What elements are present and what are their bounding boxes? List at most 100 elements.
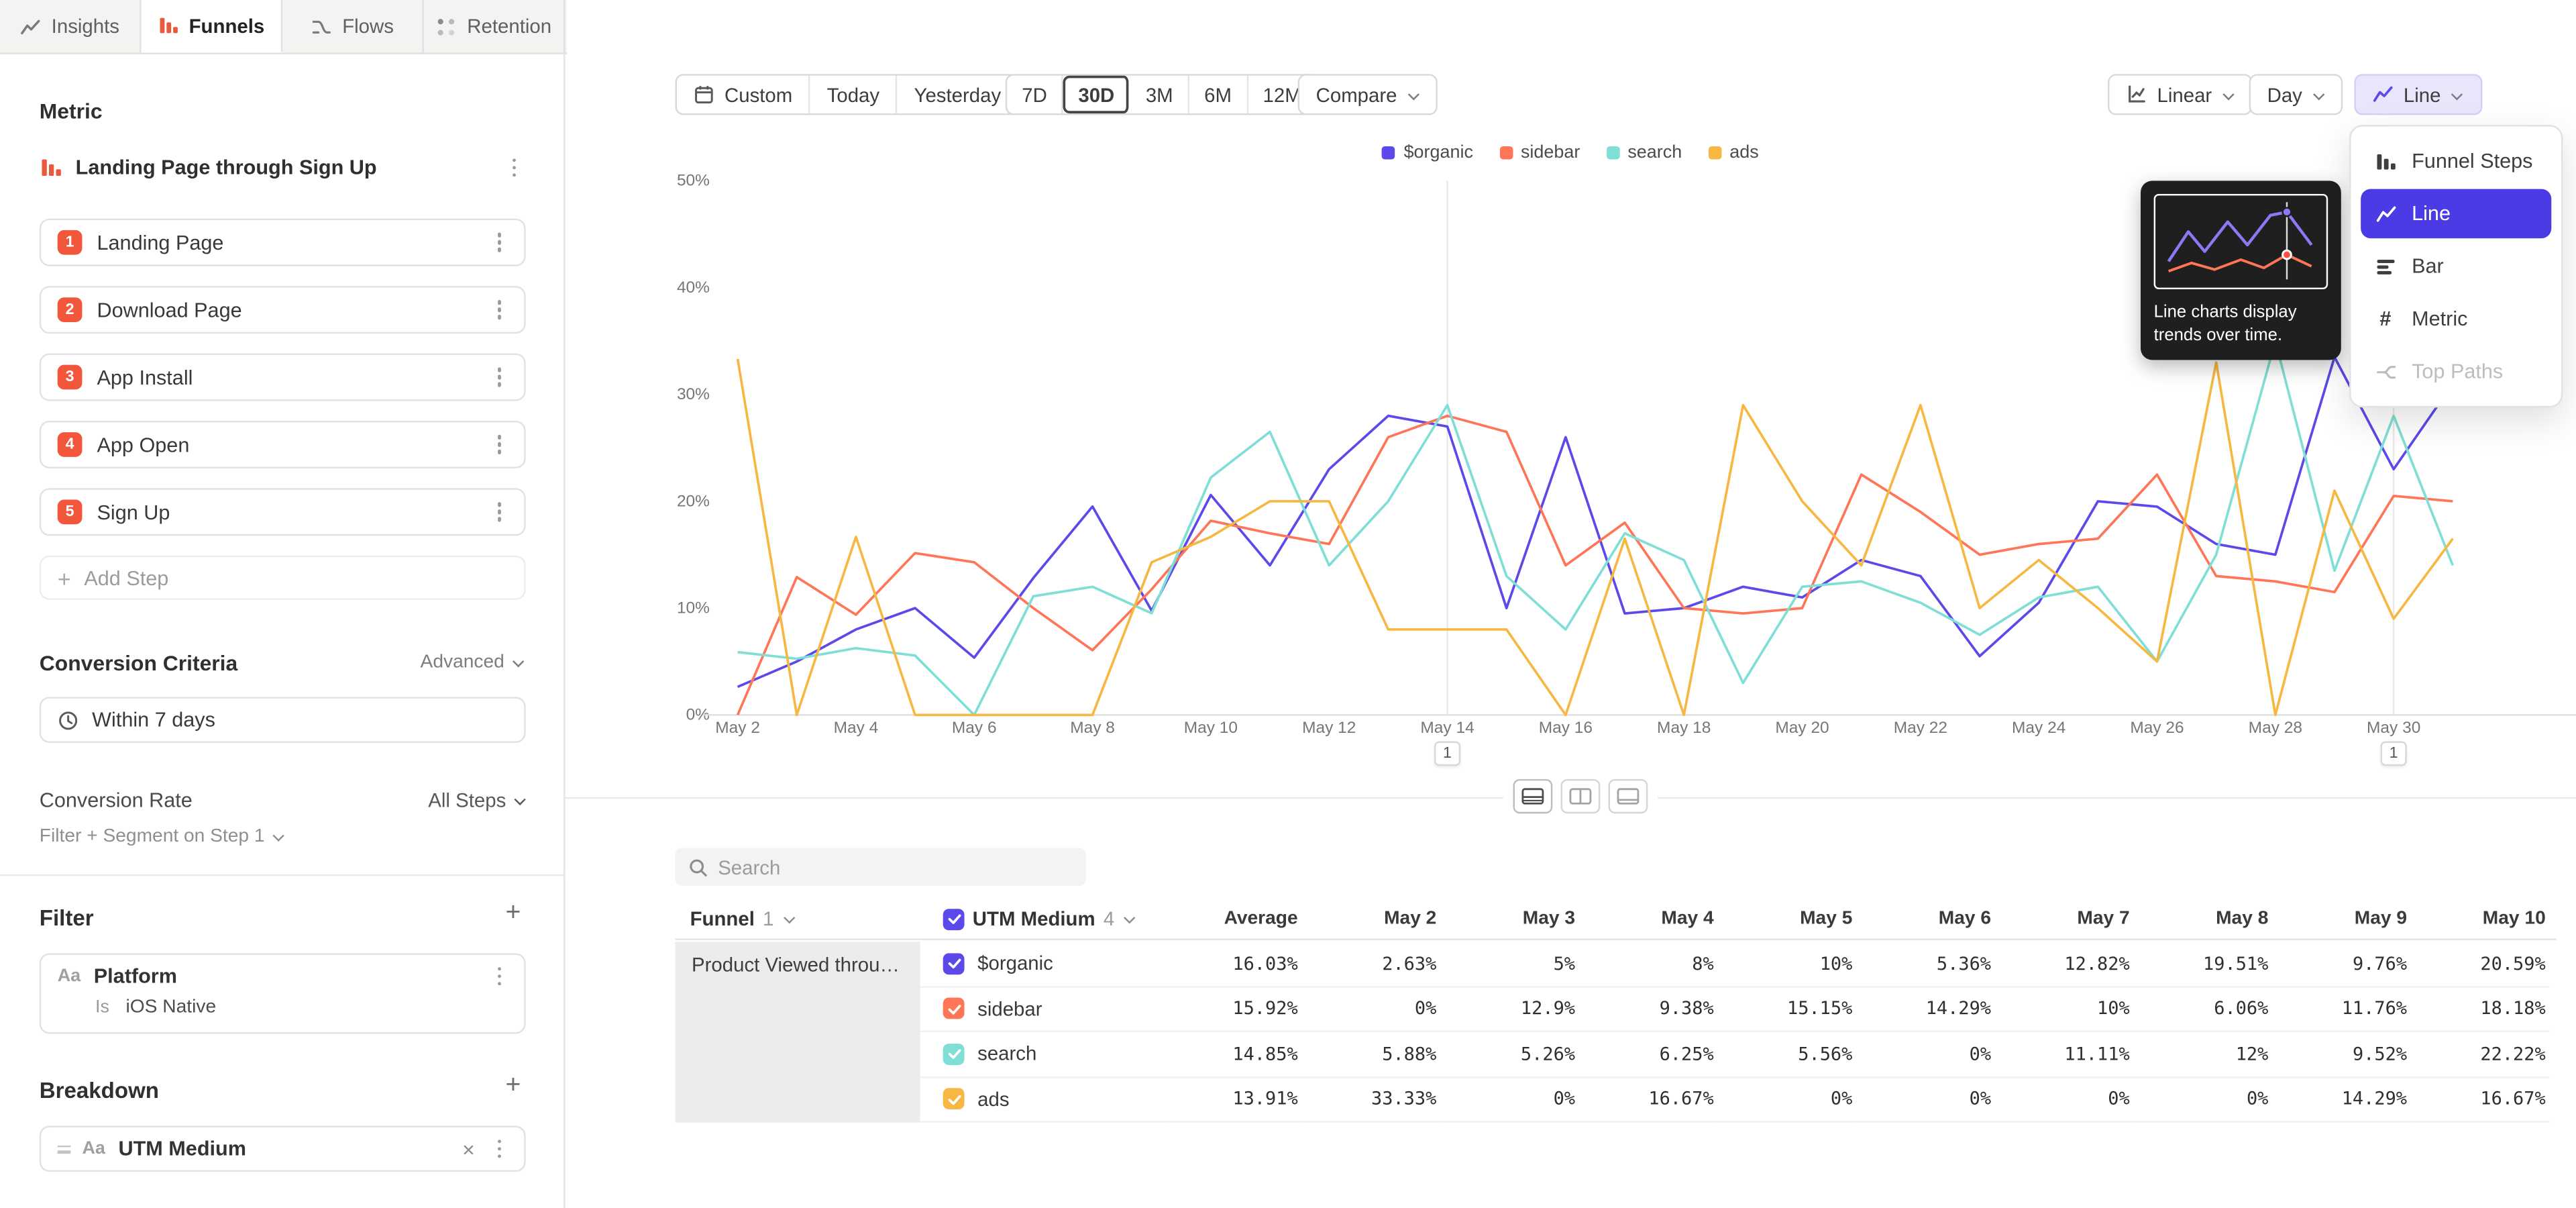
view-toggle-side-by-side-icon[interactable] [1561, 779, 1601, 813]
remove-breakdown-icon[interactable]: × [462, 1136, 475, 1161]
table-row-search[interactable]: search [920, 1032, 1168, 1077]
chevron-down-icon [513, 794, 526, 807]
column-header-average[interactable]: Average [1168, 909, 1301, 928]
annotation-badge[interactable]: 1 [1434, 741, 1460, 766]
today-button[interactable]: Today [810, 76, 898, 113]
search-icon [688, 857, 708, 876]
series-checkbox[interactable] [943, 1043, 965, 1064]
kebab-menu-icon[interactable] [488, 364, 511, 390]
granularity-day-button[interactable]: Day [2249, 74, 2343, 115]
step-number-badge: 2 [58, 297, 83, 322]
column-header-may-8[interactable]: May 8 [2133, 909, 2272, 928]
kebab-menu-icon[interactable] [488, 432, 511, 458]
compare-button[interactable]: Compare [1298, 74, 1438, 115]
series-line-sidebar[interactable] [738, 416, 2453, 715]
menu-item-metric[interactable]: # Metric [2361, 294, 2551, 343]
tab-insights[interactable]: Insights [0, 0, 142, 52]
tab-retention[interactable]: Retention [424, 0, 566, 52]
linear-scale-button[interactable]: Linear [2108, 74, 2253, 115]
x-axis-tick-label: May 28 [2249, 720, 2302, 738]
filter-operator[interactable]: Is [95, 998, 109, 1017]
add-filter-button[interactable]: + [505, 901, 521, 927]
search-input[interactable] [718, 856, 1073, 878]
filter-item-card[interactable]: Aa Platform Is iOS Native [40, 953, 526, 1034]
kebab-menu-icon[interactable] [488, 230, 511, 256]
column-header-may-6[interactable]: May 6 [1856, 909, 1994, 928]
table-value-cell: 19.51% [2133, 942, 2272, 987]
funnel-column-label: Funnel [690, 907, 755, 930]
range-6m[interactable]: 6M [1189, 76, 1248, 113]
table-row-sidebar[interactable]: sidebar [920, 987, 1168, 1032]
range-3m[interactable]: 3M [1131, 76, 1189, 113]
drag-handle-icon[interactable] [58, 1145, 71, 1153]
table-row-ads[interactable]: ads [920, 1077, 1168, 1122]
legend-item[interactable]: $organic [1383, 143, 1473, 162]
table-search[interactable] [676, 848, 1086, 886]
column-header-may-10[interactable]: May 10 [2410, 909, 2549, 928]
column-header-may-2[interactable]: May 2 [1301, 909, 1440, 928]
filter-value[interactable]: iOS Native [126, 998, 217, 1017]
kebab-menu-icon[interactable] [488, 1136, 511, 1162]
funnel-step-row[interactable]: 5 Sign Up [40, 488, 526, 536]
select-all-checkbox[interactable] [943, 908, 965, 929]
advanced-dropdown[interactable]: Advanced [421, 652, 525, 672]
chevron-down-icon [2451, 88, 2464, 101]
series-checkbox[interactable] [943, 953, 965, 974]
column-header-may-3[interactable]: May 3 [1440, 909, 1578, 928]
filter-segment-dropdown[interactable]: Filter + Segment on Step 1 [40, 827, 284, 846]
breakdown-item-card[interactable]: Aa UTM Medium × [40, 1126, 526, 1172]
flows-icon [311, 15, 333, 37]
range-7d[interactable]: 7D [1007, 76, 1063, 113]
column-header-may-7[interactable]: May 7 [1994, 909, 2133, 928]
series-checkbox[interactable] [943, 998, 965, 1019]
tab-funnels[interactable]: Funnels [142, 0, 283, 52]
column-header-may-4[interactable]: May 4 [1578, 909, 1717, 928]
view-toggle-chart-only-icon[interactable] [1609, 779, 1648, 813]
menu-item-label: Bar [2412, 255, 2444, 278]
x-axis-tick-label: May 2 [715, 720, 760, 738]
yesterday-button[interactable]: Yesterday [898, 76, 1018, 113]
menu-item-bar[interactable]: Bar [2361, 242, 2551, 291]
view-toggle-chart-and-table-icon[interactable] [1513, 779, 1553, 813]
chart-type-button[interactable]: Line [2354, 74, 2481, 115]
breakdown-column-label: UTM Medium [973, 907, 1095, 930]
all-steps-dropdown[interactable]: All Steps [428, 789, 525, 812]
range-30d[interactable]: 30D [1063, 76, 1130, 113]
series-line-ads[interactable] [738, 359, 2453, 715]
legend-item[interactable]: search [1606, 143, 1682, 162]
add-step-button[interactable]: + Add Step [40, 556, 526, 600]
custom-date-button[interactable]: Custom [677, 76, 810, 113]
chart-legend: $organic sidebar search ads [565, 143, 2576, 162]
tab-flows[interactable]: Flows [282, 0, 424, 52]
series-line-$organic[interactable] [738, 357, 2453, 687]
x-axis-tick-label: May 30 [2367, 720, 2420, 738]
funnel-column-selector[interactable]: Funnel 1 [676, 907, 920, 930]
funnel-step-row[interactable]: 2 Download Page [40, 286, 526, 334]
table-row-$organic[interactable]: $organic [920, 942, 1168, 987]
legend-item[interactable]: ads [1708, 143, 1758, 162]
series-checkbox[interactable] [943, 1089, 965, 1110]
menu-item-line[interactable]: Line [2361, 189, 2551, 238]
funnel-step-row[interactable]: 3 App Install [40, 354, 526, 401]
menu-item-funnel-steps[interactable]: Funnel Steps [2361, 136, 2551, 185]
step-number-badge: 3 [58, 365, 83, 390]
funnel-title-row[interactable]: Landing Page through Sign Up [40, 148, 526, 187]
linear-label: Linear [2157, 83, 2212, 106]
funnel-step-row[interactable]: 4 App Open [40, 421, 526, 468]
kebab-menu-icon[interactable] [488, 499, 511, 525]
annotation-badge[interactable]: 1 [2381, 741, 2407, 766]
kebab-menu-icon[interactable] [488, 297, 511, 323]
filter-heading: Filter [40, 905, 94, 930]
column-header-may-9[interactable]: May 9 [2271, 909, 2410, 928]
kebab-menu-icon[interactable] [502, 154, 525, 181]
kebab-menu-icon[interactable] [488, 963, 511, 989]
column-header-may-5[interactable]: May 5 [1717, 909, 1856, 928]
add-breakdown-button[interactable]: + [505, 1073, 521, 1099]
conversion-rate-label: Conversion Rate [40, 789, 193, 812]
breakdown-column-selector[interactable]: UTM Medium 4 [920, 907, 1168, 930]
x-axis-tick-label: May 12 [1302, 720, 1356, 738]
funnel-row-label[interactable]: Product Viewed through P... [676, 942, 920, 1122]
conversion-window-row[interactable]: Within 7 days [40, 697, 526, 743]
funnel-step-row[interactable]: 1 Landing Page [40, 219, 526, 266]
legend-item[interactable]: sidebar [1499, 143, 1580, 162]
